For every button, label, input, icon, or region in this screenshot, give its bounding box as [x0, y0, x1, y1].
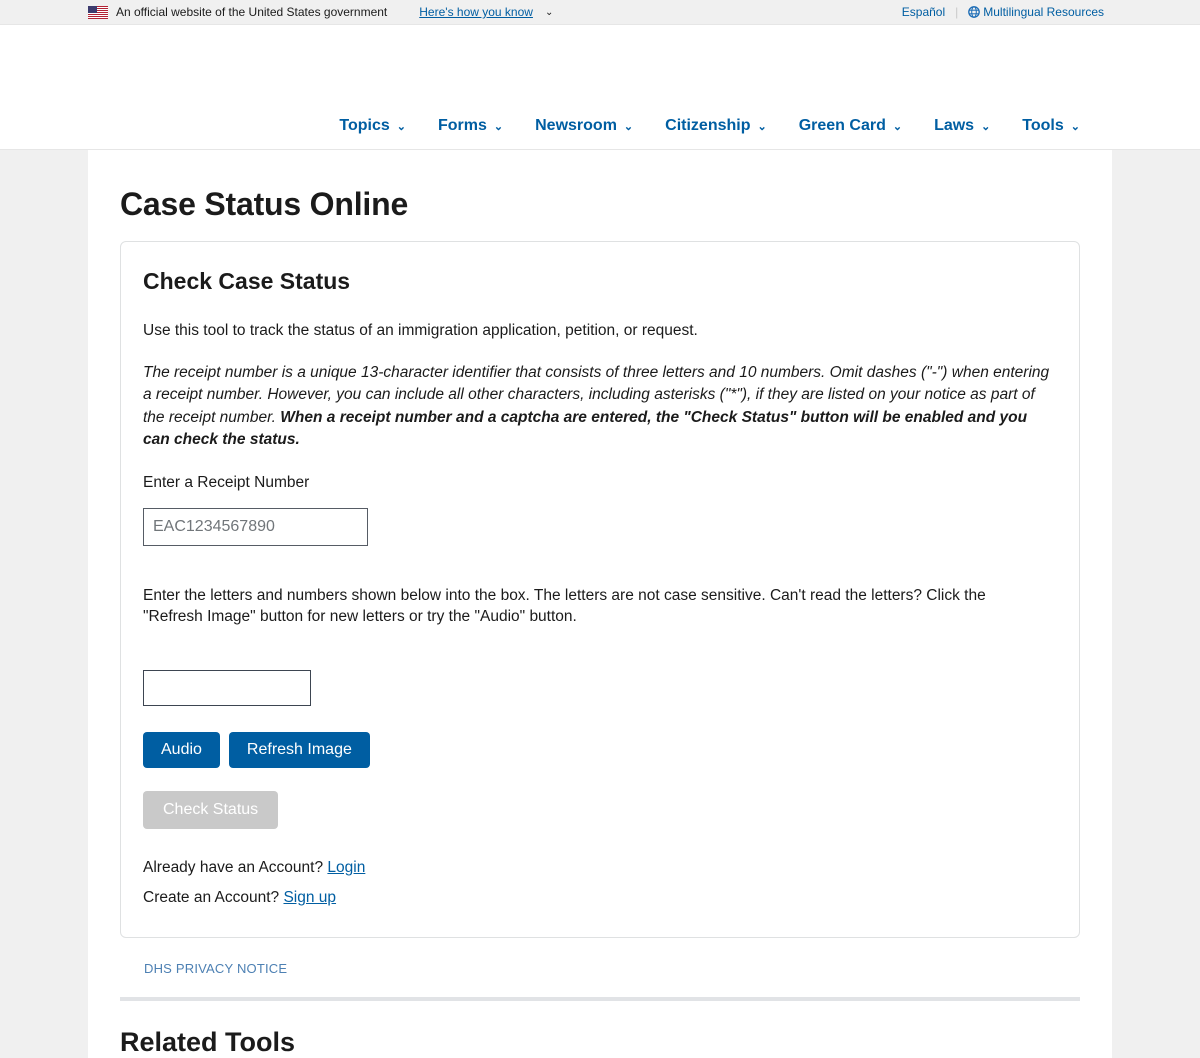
nav-item-newsroom-label: Newsroom — [535, 117, 617, 134]
chevron-down-icon: ⌄ — [892, 120, 903, 133]
captcha-input[interactable] — [143, 669, 311, 706]
chevron-down-icon: ⌄ — [493, 120, 504, 133]
gov-banner: An official website of the United States… — [0, 0, 1200, 25]
signup-link[interactable]: Sign up — [283, 889, 336, 906]
captcha-button-row: Audio Refresh Image — [143, 731, 1057, 768]
login-prompt-line: Already have an Account? Login — [143, 859, 1057, 877]
us-flag-icon — [88, 5, 108, 19]
globe-icon — [968, 6, 981, 18]
nav-item-forms-label: Forms — [438, 117, 487, 134]
nav-item-laws-label: Laws — [934, 117, 975, 134]
official-website-text: An official website of the United States… — [116, 5, 388, 19]
privacy-notice-block: DHS PRIVACY NOTICE — [120, 938, 1080, 1001]
heres-how-you-know-label: Here's how you know — [419, 5, 533, 19]
nav-item-newsroom[interactable]: Newsroom ⌄ — [519, 111, 649, 141]
nav-item-topics-label: Topics — [339, 117, 390, 134]
gov-banner-right: Español | Multilingual Resources — [902, 5, 1104, 19]
main-navigation: Topics ⌄ Forms ⌄ Newsroom ⌄ Citizenship … — [323, 111, 1096, 141]
espanol-link[interactable]: Español — [902, 5, 945, 19]
login-link[interactable]: Login — [327, 859, 365, 876]
receipt-number-note: The receipt number is a unique 13-charac… — [143, 362, 1057, 452]
chevron-down-icon: ⌄ — [396, 120, 406, 133]
audio-button[interactable]: Audio — [143, 731, 220, 768]
receipt-number-input[interactable] — [143, 507, 368, 546]
nav-item-green-card-label: Green Card — [798, 117, 886, 134]
nav-item-citizenship-label: Citizenship — [665, 117, 751, 134]
check-status-button[interactable]: Check Status — [143, 790, 279, 829]
uscis-logo[interactable] — [88, 45, 348, 105]
chevron-down-icon: ⌄ — [623, 120, 634, 133]
signup-prompt-line: Create an Account? Sign up — [143, 889, 1057, 907]
signup-prompt-text: Create an Account? — [143, 888, 284, 906]
chevron-down-icon: ⌄ — [981, 120, 991, 133]
related-tools-title: Related Tools — [120, 1026, 296, 1057]
page-inner: Case Status Online Check Case Status Use… — [88, 150, 1112, 1058]
refresh-image-button[interactable]: Refresh Image — [228, 731, 370, 768]
heres-how-you-know-link[interactable]: Here's how you know — [419, 5, 533, 19]
nav-item-green-card[interactable]: Green Card ⌄ — [783, 111, 918, 141]
multilingual-resources-link[interactable]: Multilingual Resources — [968, 5, 1104, 19]
nav-item-forms[interactable]: Forms ⌄ — [422, 111, 519, 141]
receipt-number-label: Enter a Receipt Number — [143, 473, 310, 491]
captcha-instructions: Enter the letters and numbers shown belo… — [143, 586, 986, 625]
banner-divider: | — [955, 5, 959, 19]
check-case-status-card: Check Case Status Use this tool to track… — [120, 241, 1080, 938]
nav-item-citizenship[interactable]: Citizenship ⌄ — [649, 111, 783, 141]
gov-banner-left: An official website of the United States… — [88, 5, 902, 19]
page-content-wrapper: Case Status Online Check Case Status Use… — [88, 150, 1112, 1058]
chevron-down-icon: ⌄ — [1070, 120, 1080, 133]
login-prompt-text: Already have an Account? — [143, 858, 328, 876]
chevron-down-icon: ⌄ — [757, 120, 767, 133]
chevron-down-icon: ⌄ — [544, 6, 554, 18]
nav-item-topics[interactable]: Topics ⌄ — [323, 111, 422, 141]
card-title: Check Case Status — [143, 268, 351, 294]
dhs-privacy-notice-link[interactable]: DHS PRIVACY NOTICE — [144, 961, 287, 976]
intro-text: Use this tool to track the status of an … — [143, 322, 698, 339]
multilingual-resources-label: Multilingual Resources — [983, 5, 1104, 19]
nav-item-tools-label: Tools — [1022, 117, 1064, 134]
site-header: Topics ⌄ Forms ⌄ Newsroom ⌄ Citizenship … — [0, 25, 1200, 150]
page-title: Case Status Online — [120, 186, 409, 222]
nav-item-tools[interactable]: Tools ⌄ — [1006, 111, 1096, 141]
nav-item-laws[interactable]: Laws ⌄ — [918, 111, 1006, 141]
